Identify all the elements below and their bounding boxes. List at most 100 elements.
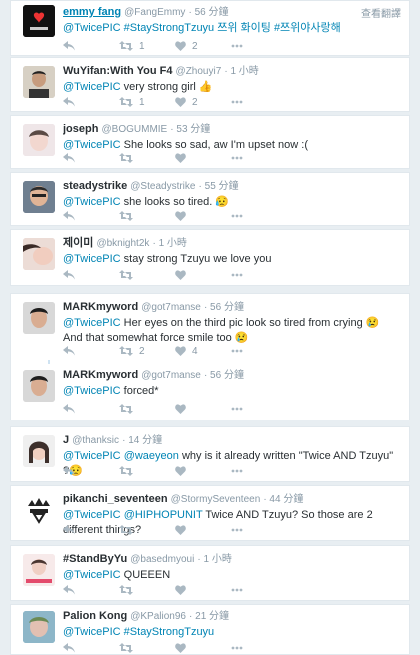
mention[interactable]: @TwicePIC bbox=[63, 317, 121, 329]
timestamp[interactable]: · 1 小時 bbox=[152, 238, 186, 249]
handle[interactable]: @thanksic bbox=[72, 435, 119, 446]
display-name[interactable]: #StandByYu bbox=[63, 553, 127, 565]
like-button[interactable] bbox=[175, 525, 231, 535]
mention[interactable]: @TwicePIC bbox=[63, 22, 121, 34]
more-button[interactable] bbox=[231, 407, 243, 411]
timestamp[interactable]: · 55 分鐘 bbox=[199, 181, 239, 192]
avatar[interactable] bbox=[23, 370, 55, 402]
like-button[interactable]: 2 bbox=[175, 41, 231, 52]
mention[interactable]: @waeyeon bbox=[124, 450, 179, 462]
tweet[interactable]: #StandByYu @basedmyoui · 1 小時 @TwicePIC … bbox=[10, 545, 410, 601]
display-name[interactable]: MARKmyword bbox=[63, 301, 138, 313]
mention[interactable]: @HIPHOPUNIT bbox=[124, 509, 203, 521]
retweet-button[interactable] bbox=[119, 643, 175, 653]
retweet-button[interactable] bbox=[119, 525, 175, 535]
timestamp[interactable]: · 21 分鐘 bbox=[189, 611, 229, 622]
like-button[interactable] bbox=[175, 585, 231, 595]
timestamp[interactable]: · 53 分鐘 bbox=[170, 124, 210, 135]
tweet[interactable]: WuYifan:With You F4 @Zhouyi7 · 1 小時 @Twi… bbox=[10, 57, 410, 112]
timestamp[interactable]: · 1 小時 bbox=[197, 554, 231, 565]
mention[interactable]: @TwicePIC bbox=[63, 81, 121, 93]
timestamp[interactable]: · 56 分鐘 bbox=[188, 7, 228, 18]
display-name[interactable]: joseph bbox=[63, 123, 98, 135]
more-button[interactable] bbox=[231, 156, 243, 160]
tweet[interactable]: steadystrike @Steadystrike · 55 分鐘 @Twic… bbox=[10, 172, 410, 226]
display-name[interactable]: J bbox=[63, 434, 69, 446]
mention[interactable]: @TwicePIC bbox=[63, 253, 121, 265]
reply-button[interactable] bbox=[63, 97, 119, 107]
tweet[interactable]: J @thanksic · 14 分鐘 @TwicePIC @waeyeon w… bbox=[10, 426, 410, 482]
display-name[interactable]: 제이미 bbox=[63, 237, 93, 249]
reply-button[interactable] bbox=[63, 525, 119, 535]
avatar[interactable] bbox=[23, 238, 55, 270]
tweet[interactable]: MARKmyword @got7manse · 56 分鐘 @TwicePIC … bbox=[11, 364, 409, 420]
reply-button[interactable] bbox=[63, 41, 119, 51]
reply-button[interactable] bbox=[63, 346, 119, 356]
retweet-button[interactable] bbox=[119, 466, 175, 476]
like-button[interactable]: 4 bbox=[175, 346, 231, 357]
handle[interactable]: @got7manse bbox=[141, 370, 201, 381]
mention[interactable]: @TwicePIC bbox=[63, 139, 121, 151]
retweet-button[interactable]: 1 bbox=[119, 97, 175, 108]
tweet[interactable]: joseph @BOGUMMIE · 53 分鐘 @TwicePIC She l… bbox=[10, 115, 410, 169]
retweet-button[interactable]: 1 bbox=[119, 41, 175, 52]
avatar[interactable] bbox=[23, 611, 55, 643]
avatar[interactable] bbox=[23, 66, 55, 98]
more-button[interactable] bbox=[231, 100, 243, 104]
retweet-button[interactable] bbox=[119, 153, 175, 163]
translate-link[interactable]: 查看翻譯 bbox=[361, 5, 401, 20]
more-button[interactable] bbox=[231, 528, 243, 532]
handle[interactable]: @KPalion96 bbox=[130, 611, 186, 622]
tweet[interactable]: pikanchi_seventeen @StormySeventeen · 44… bbox=[10, 485, 410, 541]
mention[interactable]: @TwicePIC bbox=[63, 626, 121, 638]
reply-button[interactable] bbox=[63, 585, 119, 595]
display-name[interactable]: Palion Kong bbox=[63, 610, 127, 622]
timestamp[interactable]: · 44 分鐘 bbox=[263, 494, 303, 505]
mention[interactable]: @TwicePIC bbox=[63, 450, 121, 462]
avatar[interactable] bbox=[23, 435, 55, 467]
tweet[interactable]: Palion Kong @KPalion96 · 21 分鐘 @TwicePIC… bbox=[10, 604, 410, 655]
display-name[interactable]: emmy fang bbox=[63, 6, 121, 18]
mention[interactable]: @TwicePIC bbox=[63, 509, 121, 521]
like-button[interactable] bbox=[175, 211, 231, 221]
handle[interactable]: @BOGUMMIE bbox=[102, 124, 168, 135]
reply-button[interactable] bbox=[63, 153, 119, 163]
avatar[interactable] bbox=[23, 554, 55, 586]
more-button[interactable] bbox=[231, 349, 243, 353]
like-button[interactable] bbox=[175, 404, 231, 414]
mention[interactable]: @TwicePIC bbox=[63, 385, 121, 397]
hashtags[interactable]: #StayStrongTzuyu 쯔위 화이팅 #쯔위야사랑해 bbox=[121, 22, 341, 34]
display-name[interactable]: WuYifan:With You F4 bbox=[63, 65, 172, 77]
avatar[interactable] bbox=[23, 494, 55, 526]
more-button[interactable] bbox=[231, 214, 243, 218]
timestamp[interactable]: · 14 分鐘 bbox=[122, 435, 162, 446]
reply-button[interactable] bbox=[63, 643, 119, 653]
reply-button[interactable] bbox=[63, 270, 119, 280]
reply-button[interactable] bbox=[63, 466, 119, 476]
tweet[interactable]: emmy fang @FangEmmy · 56 分鐘 @TwicePIC #S… bbox=[10, 0, 410, 56]
retweet-button[interactable]: 2 bbox=[119, 346, 175, 357]
like-button[interactable]: 2 bbox=[175, 97, 231, 108]
like-button[interactable] bbox=[175, 270, 231, 280]
more-button[interactable] bbox=[231, 646, 243, 650]
avatar[interactable] bbox=[23, 302, 55, 334]
reply-button[interactable] bbox=[63, 404, 119, 414]
like-button[interactable] bbox=[175, 153, 231, 163]
timestamp[interactable]: · 56 分鐘 bbox=[204, 370, 244, 381]
more-button[interactable] bbox=[231, 588, 243, 592]
more-button[interactable] bbox=[231, 273, 243, 277]
handle[interactable]: @StormySeventeen bbox=[171, 494, 261, 505]
mention[interactable]: @TwicePIC bbox=[63, 569, 121, 581]
avatar[interactable] bbox=[23, 181, 55, 213]
mention[interactable]: @TwicePIC bbox=[63, 196, 121, 208]
handle[interactable]: @FangEmmy bbox=[124, 7, 185, 18]
more-button[interactable] bbox=[231, 44, 243, 48]
handle[interactable]: @Zhouyi7 bbox=[176, 66, 222, 77]
like-button[interactable] bbox=[175, 643, 231, 653]
tweet[interactable]: 제이미 @bknight2k · 1 小時 @TwicePIC stay str… bbox=[10, 229, 410, 286]
display-name[interactable]: steadystrike bbox=[63, 180, 127, 192]
timestamp[interactable]: · 56 分鐘 bbox=[204, 302, 244, 313]
hashtag[interactable]: #StayStrongTzuyu bbox=[121, 626, 215, 638]
avatar[interactable] bbox=[23, 124, 55, 156]
retweet-button[interactable] bbox=[119, 585, 175, 595]
